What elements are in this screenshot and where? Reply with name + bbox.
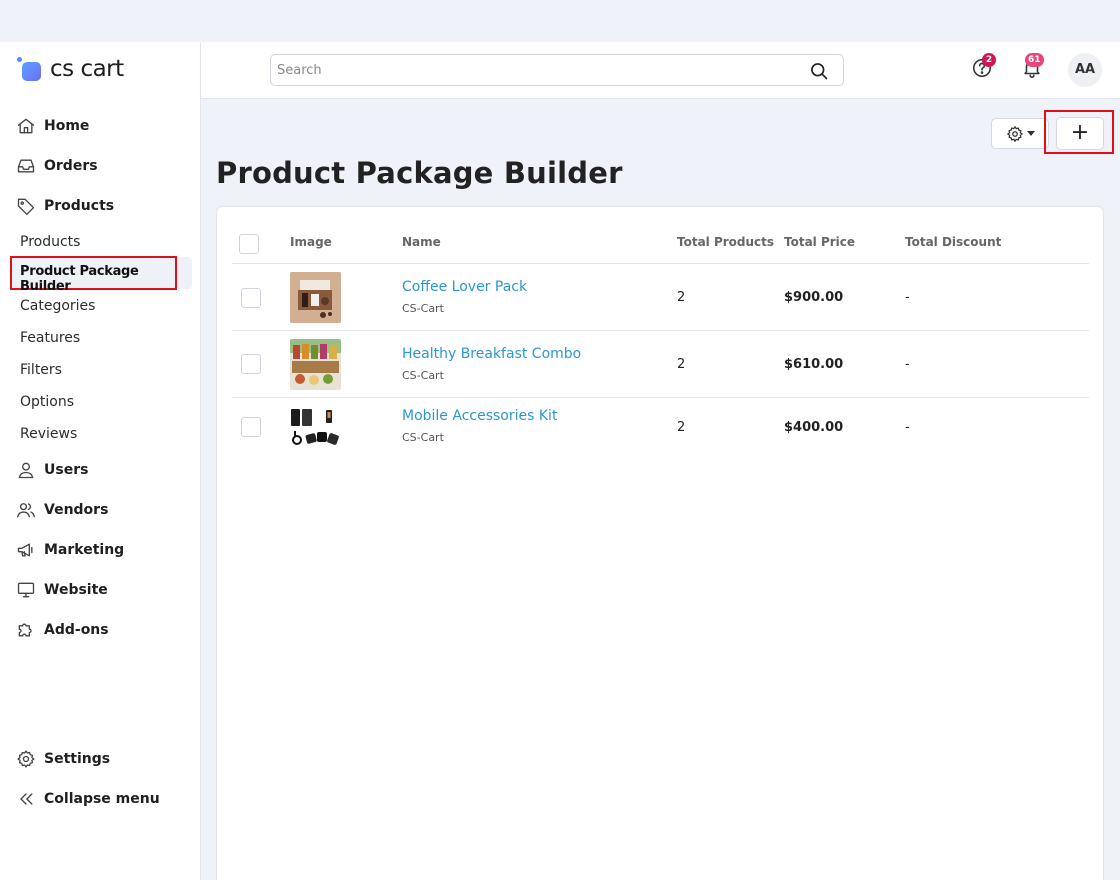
sidebar-item-label: Marketing	[44, 542, 125, 558]
gear-icon	[16, 749, 36, 769]
column-header-total-price: Total Price	[784, 235, 856, 249]
sidebar-item-settings[interactable]: Settings	[16, 748, 110, 770]
divider	[232, 397, 1089, 398]
sidebar-subitem-products[interactable]: Products	[20, 232, 80, 252]
column-header-total-products: Total Products	[677, 235, 775, 249]
search-box	[270, 54, 844, 86]
select-all-checkbox[interactable]	[239, 234, 259, 254]
cs-cart-logo[interactable]: cs cart	[17, 55, 124, 83]
total-price: $900.00	[784, 290, 844, 305]
total-products: 2	[677, 357, 686, 372]
sidebar-item-orders[interactable]: Orders	[16, 155, 98, 177]
sidebar-item-label: Add-ons	[44, 622, 109, 638]
total-price: $610.00	[784, 357, 844, 372]
user-icon	[16, 460, 36, 480]
total-discount: -	[905, 290, 910, 305]
sidebar-item-label: Products	[44, 198, 115, 214]
top-header: 2 61 AA	[201, 42, 1120, 99]
sidebar-item-label: Orders	[44, 158, 98, 174]
notifications-badge: 61	[1025, 53, 1044, 67]
row-checkbox[interactable]	[241, 417, 261, 437]
divider	[232, 330, 1089, 331]
sidebar-subitem-product-package-builder[interactable]: Product Package Builder	[10, 256, 192, 294]
sidebar-item-addons[interactable]: Add-ons	[16, 619, 109, 641]
row-checkbox[interactable]	[241, 354, 261, 374]
packages-table: Image Name Total Products Total Price To…	[216, 206, 1104, 880]
notifications-button[interactable]: 61	[1021, 53, 1047, 83]
collapse-menu-label: Collapse menu	[44, 791, 160, 807]
monitor-icon	[16, 580, 36, 600]
product-thumbnail[interactable]	[290, 339, 341, 390]
sidebar: cs cart Home Orders Products Products Pr…	[0, 42, 201, 880]
vendor-name: CS-Cart	[402, 369, 444, 382]
home-icon	[16, 116, 36, 136]
gear-icon	[1006, 125, 1023, 142]
caret-down-icon	[1026, 130, 1035, 136]
sidebar-item-label: Settings	[44, 751, 111, 767]
users-icon	[16, 500, 36, 520]
divider	[232, 263, 1089, 264]
avatar[interactable]: AA	[1068, 53, 1102, 87]
sidebar-subitem-features[interactable]: Features	[20, 328, 80, 348]
tag-icon	[16, 196, 36, 216]
sidebar-item-label: Home	[44, 118, 90, 134]
settings-dropdown-button[interactable]	[991, 118, 1049, 149]
sidebar-subitem-filters[interactable]: Filters	[20, 360, 62, 380]
help-badge: 2	[982, 53, 996, 67]
logo-icon	[17, 57, 44, 81]
total-products: 2	[677, 420, 686, 435]
sidebar-item-users[interactable]: Users	[16, 459, 88, 481]
sidebar-subitem-label: Product Package Builder	[20, 264, 139, 294]
sidebar-item-label: Users	[44, 462, 89, 478]
puzzle-icon	[16, 620, 36, 640]
vendor-name: CS-Cart	[402, 302, 444, 315]
product-thumbnail[interactable]	[290, 272, 341, 323]
vendor-name: CS-Cart	[402, 431, 444, 444]
sidebar-item-label: Vendors	[44, 502, 109, 518]
search-icon[interactable]	[809, 61, 829, 81]
help-button[interactable]: 2	[971, 53, 997, 83]
sidebar-item-home[interactable]: Home	[16, 115, 89, 137]
sidebar-item-products[interactable]: Products	[16, 195, 114, 217]
column-header-total-discount: Total Discount	[905, 235, 1002, 249]
column-header-image: Image	[290, 235, 332, 249]
sidebar-item-vendors[interactable]: Vendors	[16, 499, 108, 521]
sidebar-item-marketing[interactable]: Marketing	[16, 539, 124, 561]
total-discount: -	[905, 357, 910, 372]
add-package-button[interactable]: +	[1056, 117, 1104, 150]
package-name-link[interactable]: Mobile Accessories Kit	[402, 408, 557, 424]
column-header-name: Name	[402, 235, 441, 249]
megaphone-icon	[16, 540, 36, 560]
sidebar-item-label: Website	[44, 582, 108, 598]
sidebar-item-website[interactable]: Website	[16, 579, 108, 601]
package-name-link[interactable]: Healthy Breakfast Combo	[402, 346, 581, 362]
sidebar-subitem-reviews[interactable]: Reviews	[20, 424, 77, 444]
product-thumbnail[interactable]	[290, 407, 341, 458]
sidebar-subitem-options[interactable]: Options	[20, 392, 74, 412]
sidebar-subitem-categories[interactable]: Categories	[20, 296, 95, 316]
total-products: 2	[677, 290, 686, 305]
page-title: Product Package Builder	[216, 156, 623, 190]
collapse-menu-button[interactable]: Collapse menu	[16, 788, 160, 810]
logo-text: cs cart	[50, 56, 124, 82]
row-checkbox[interactable]	[241, 288, 261, 308]
total-price: $400.00	[784, 420, 844, 435]
search-input[interactable]	[277, 60, 797, 80]
package-name-link[interactable]: Coffee Lover Pack	[402, 279, 527, 295]
double-chevron-left-icon	[16, 789, 36, 809]
inbox-icon	[16, 156, 36, 176]
total-discount: -	[905, 420, 910, 435]
